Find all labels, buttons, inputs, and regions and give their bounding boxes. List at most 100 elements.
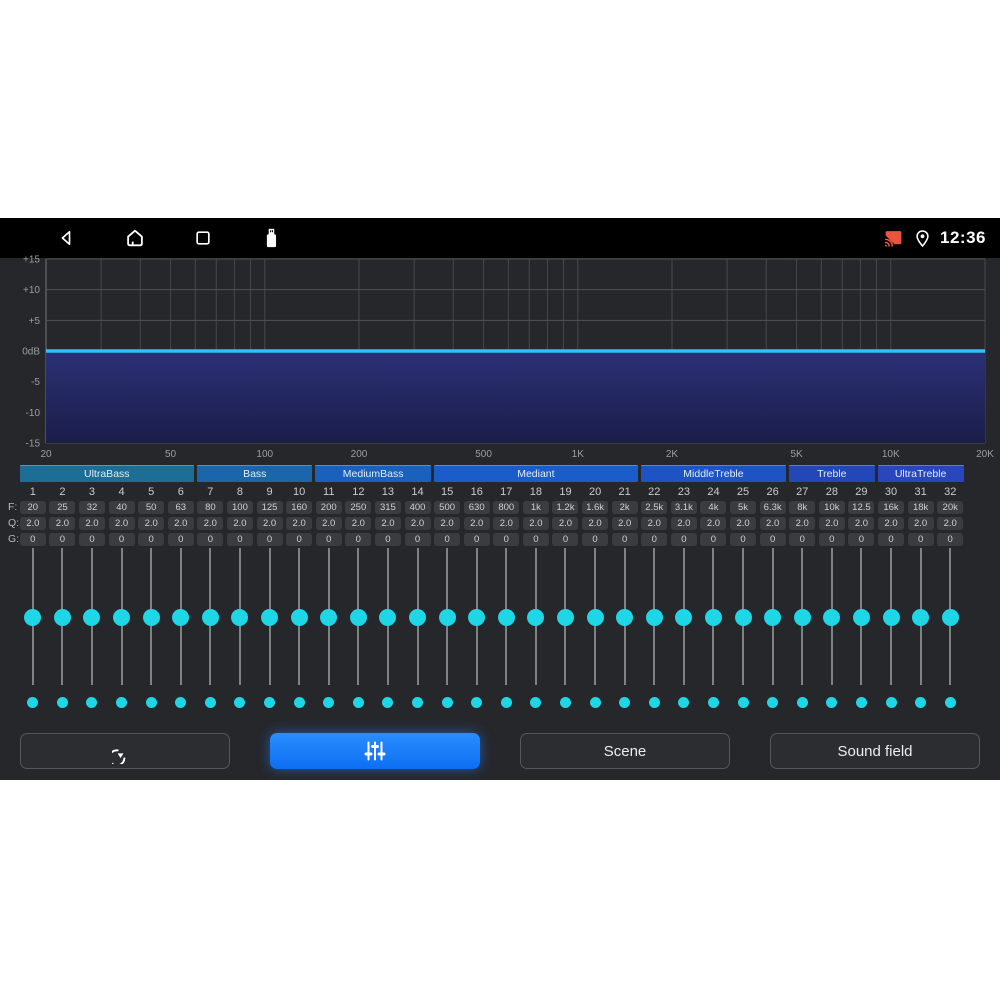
eq-slider[interactable] [462, 548, 492, 685]
eq-slider-knob[interactable] [379, 609, 397, 626]
eq-slider[interactable] [196, 548, 226, 685]
eq-slider-knob[interactable] [941, 609, 959, 626]
q-value-box[interactable]: 2.0 [582, 517, 609, 530]
q-value-box[interactable]: 2.0 [256, 517, 283, 530]
eq-slider-knob[interactable] [83, 609, 101, 626]
eq-slider-knob[interactable] [704, 609, 722, 626]
eq-slider-knob[interactable] [24, 609, 42, 626]
eq-slider-knob[interactable] [172, 609, 190, 626]
gain-value-box[interactable]: 0 [582, 533, 609, 546]
equalizer-button[interactable] [270, 733, 480, 769]
eq-slider[interactable] [284, 548, 314, 685]
gain-value-box[interactable]: 0 [256, 533, 283, 546]
gain-value-box[interactable]: 0 [463, 533, 490, 546]
eq-slider-knob[interactable] [645, 609, 663, 626]
gain-value-box[interactable]: 0 [789, 533, 816, 546]
gain-value-box[interactable]: 0 [878, 533, 905, 546]
frequency-value-box[interactable]: 1k [522, 501, 549, 514]
frequency-value-box[interactable]: 10k [818, 501, 845, 514]
eq-slider-knob[interactable] [290, 609, 308, 626]
frequency-value-box[interactable]: 8k [789, 501, 816, 514]
q-value-box[interactable]: 2.0 [434, 517, 461, 530]
gain-value-box[interactable]: 0 [937, 533, 964, 546]
q-value-box[interactable]: 2.0 [286, 517, 313, 530]
home-button[interactable] [124, 227, 146, 249]
eq-slider-knob[interactable] [468, 609, 486, 626]
frequency-value-box[interactable]: 80 [197, 501, 224, 514]
gain-value-box[interactable]: 0 [374, 533, 401, 546]
eq-slider[interactable] [669, 548, 699, 685]
q-value-box[interactable]: 2.0 [345, 517, 372, 530]
q-value-box[interactable]: 2.0 [700, 517, 727, 530]
gain-value-box[interactable]: 0 [108, 533, 135, 546]
gain-value-box[interactable]: 0 [78, 533, 105, 546]
q-value-box[interactable]: 2.0 [167, 517, 194, 530]
eq-slider-knob[interactable] [556, 609, 574, 626]
frequency-value-box[interactable]: 5k [730, 501, 757, 514]
frequency-value-box[interactable]: 2k [611, 501, 638, 514]
eq-slider-knob[interactable] [497, 609, 515, 626]
eq-slider[interactable] [48, 548, 78, 685]
gain-value-box[interactable]: 0 [700, 533, 727, 546]
eq-slider[interactable] [314, 548, 344, 685]
frequency-value-box[interactable]: 1.6k [582, 501, 609, 514]
eq-slider-knob[interactable] [734, 609, 752, 626]
q-value-box[interactable]: 2.0 [670, 517, 697, 530]
gain-value-box[interactable]: 0 [167, 533, 194, 546]
frequency-value-box[interactable]: 500 [434, 501, 461, 514]
frequency-value-box[interactable]: 20 [19, 501, 46, 514]
frequency-value-box[interactable]: 2.5k [641, 501, 668, 514]
q-value-box[interactable]: 2.0 [19, 517, 46, 530]
q-value-box[interactable]: 2.0 [907, 517, 934, 530]
q-value-box[interactable]: 2.0 [848, 517, 875, 530]
frequency-value-box[interactable]: 12.5 [848, 501, 875, 514]
frequency-value-box[interactable]: 400 [404, 501, 431, 514]
frequency-value-box[interactable]: 32 [78, 501, 105, 514]
gain-value-box[interactable]: 0 [197, 533, 224, 546]
eq-slider[interactable] [758, 548, 788, 685]
eq-slider-knob[interactable] [320, 609, 338, 626]
eq-slider-knob[interactable] [231, 609, 249, 626]
eq-slider[interactable] [817, 548, 847, 685]
q-value-box[interactable]: 2.0 [404, 517, 431, 530]
frequency-value-box[interactable]: 315 [374, 501, 401, 514]
gain-value-box[interactable]: 0 [611, 533, 638, 546]
eq-slider[interactable] [876, 548, 906, 685]
eq-slider-knob[interactable] [793, 609, 811, 626]
gain-value-box[interactable]: 0 [19, 533, 46, 546]
scene-button[interactable]: Scene [520, 733, 730, 769]
eq-slider[interactable] [225, 548, 255, 685]
q-value-box[interactable]: 2.0 [197, 517, 224, 530]
eq-slider[interactable] [610, 548, 640, 685]
gain-value-box[interactable]: 0 [670, 533, 697, 546]
eq-slider-knob[interactable] [586, 609, 604, 626]
frequency-value-box[interactable]: 250 [345, 501, 372, 514]
eq-slider-knob[interactable] [882, 609, 900, 626]
eq-slider-knob[interactable] [201, 609, 219, 626]
gain-value-box[interactable]: 0 [552, 533, 579, 546]
eq-slider[interactable] [432, 548, 462, 685]
eq-slider-knob[interactable] [349, 609, 367, 626]
frequency-value-box[interactable]: 25 [49, 501, 76, 514]
eq-slider-knob[interactable] [852, 609, 870, 626]
gain-value-box[interactable]: 0 [522, 533, 549, 546]
gain-value-box[interactable]: 0 [907, 533, 934, 546]
frequency-value-box[interactable]: 3.1k [670, 501, 697, 514]
gain-value-box[interactable]: 0 [286, 533, 313, 546]
q-value-box[interactable]: 2.0 [730, 517, 757, 530]
gain-value-box[interactable]: 0 [493, 533, 520, 546]
eq-slider[interactable] [255, 548, 285, 685]
sound-field-button[interactable]: Sound field [770, 733, 980, 769]
q-value-box[interactable]: 2.0 [138, 517, 165, 530]
eq-slider-knob[interactable] [113, 609, 131, 626]
eq-slider[interactable] [521, 548, 551, 685]
eq-slider[interactable] [551, 548, 581, 685]
eq-slider[interactable] [935, 548, 965, 685]
eq-slider[interactable] [787, 548, 817, 685]
eq-slider[interactable] [373, 548, 403, 685]
q-value-box[interactable]: 2.0 [789, 517, 816, 530]
eq-slider-knob[interactable] [912, 609, 930, 626]
eq-slider[interactable] [699, 548, 729, 685]
eq-slider[interactable] [847, 548, 877, 685]
eq-slider-knob[interactable] [764, 609, 782, 626]
